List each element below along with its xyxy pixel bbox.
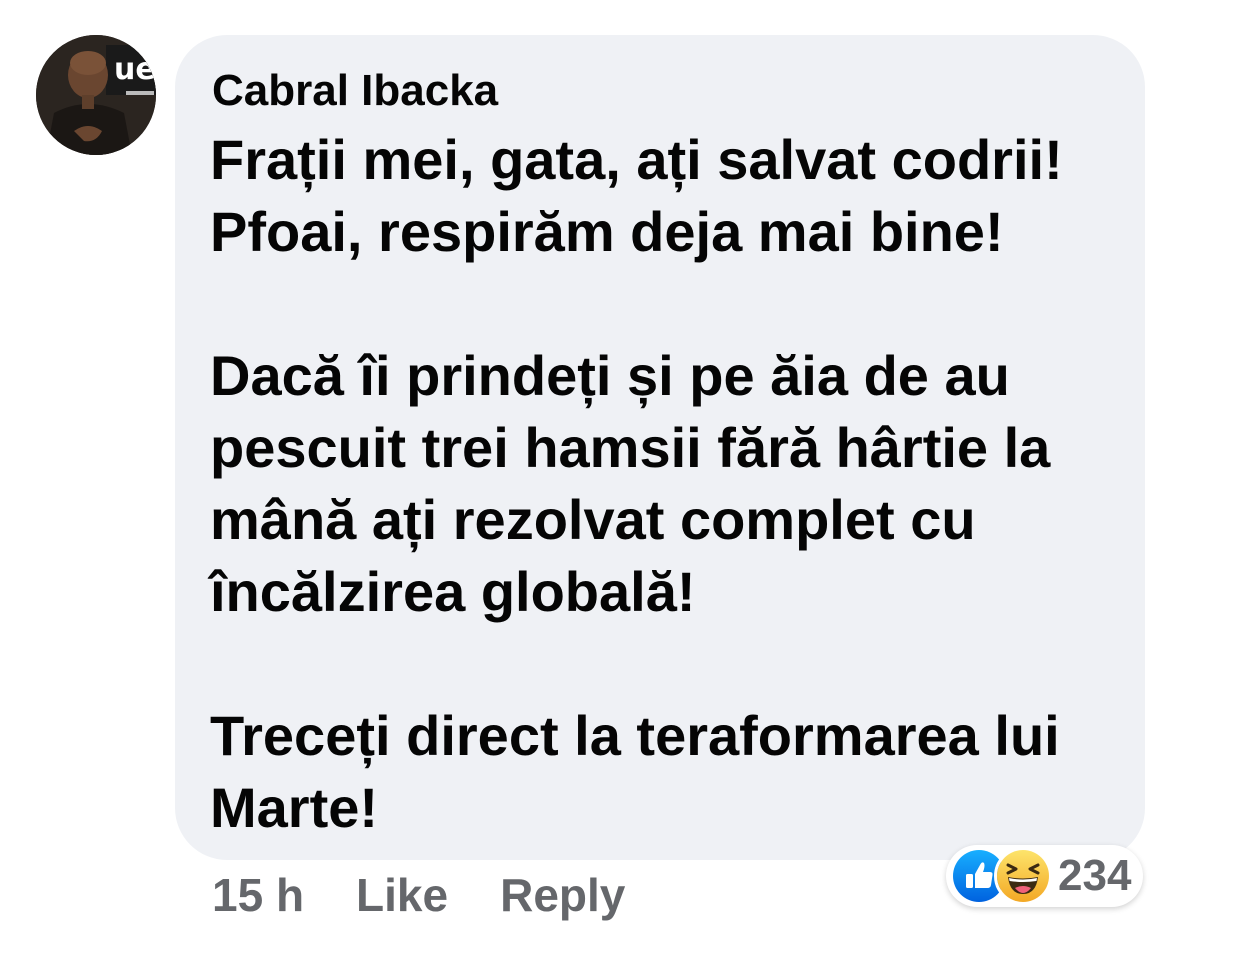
comment-line: Frații mei, gata, ați salvat codrii! <box>210 128 1063 191</box>
comment-line-blank <box>210 268 1130 340</box>
comment-body: Frații mei, gata, ați salvat codrii! Pfo… <box>210 124 1130 844</box>
comment-line: Pfoai, respirăm deja mai bine! <box>210 200 1004 263</box>
haha-icon <box>994 847 1052 905</box>
svg-text:ueb: ueb <box>114 52 156 87</box>
reply-button[interactable]: Reply <box>500 868 625 922</box>
comment-actions: 15 h Like Reply <box>212 868 625 922</box>
author-name[interactable]: Cabral Ibacka <box>212 66 498 116</box>
comment-line: Dacă îi prindeți și pe ăia de au <box>210 344 1010 407</box>
avatar[interactable]: ueb <box>36 35 156 155</box>
comment-line: Treceți direct la teraformarea lui <box>210 704 1060 767</box>
comment: ueb Cabral Ibacka Frații mei, gata, ați … <box>0 0 1242 971</box>
comment-line: pescuit trei hamsii fără hârtie la <box>210 416 1051 479</box>
timestamp[interactable]: 15 h <box>212 868 304 922</box>
reactions-summary[interactable]: 234 <box>946 845 1144 907</box>
comment-line-blank <box>210 628 1130 700</box>
reaction-count: 234 <box>1058 851 1132 900</box>
comment-line: Marte! <box>210 776 379 839</box>
like-button[interactable]: Like <box>356 868 448 922</box>
comment-line: încălzirea globală! <box>210 560 696 623</box>
comment-line: mână ați rezolvat complet cu <box>210 488 976 551</box>
